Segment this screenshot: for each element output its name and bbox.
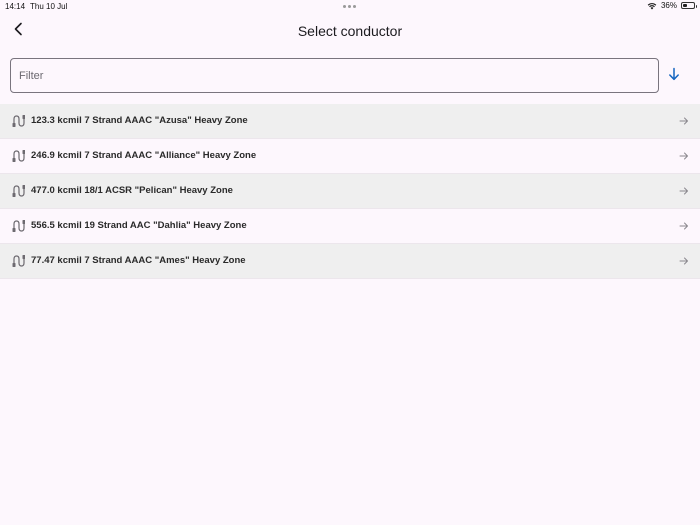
list-item[interactable]: 477.0 kcmil 18/1 ACSR "Pelican" Heavy Zo… bbox=[0, 174, 700, 209]
list-item-label: 556.5 kcmil 19 Strand AAC "Dahlia" Heavy… bbox=[31, 220, 247, 231]
conductor-icon bbox=[11, 254, 25, 268]
status-bar: 14:14 Thu 10 Jul 36% bbox=[0, 0, 700, 14]
page-title: Select conductor bbox=[297, 23, 403, 39]
arrow-down-icon bbox=[668, 67, 680, 86]
status-right: 36% bbox=[647, 1, 697, 10]
list-item-label: 77.47 kcmil 7 Strand AAAC "Ames" Heavy Z… bbox=[31, 255, 246, 266]
arrow-right-icon bbox=[679, 186, 689, 196]
list-item-label: 123.3 kcmil 7 Strand AAAC "Azusa" Heavy … bbox=[31, 115, 248, 126]
list-item[interactable]: 556.5 kcmil 19 Strand AAC "Dahlia" Heavy… bbox=[0, 209, 700, 244]
conductor-icon bbox=[11, 114, 25, 128]
arrow-right-icon bbox=[679, 151, 689, 161]
list-item-label: 246.9 kcmil 7 Strand AAAC "Alliance" Hea… bbox=[31, 150, 257, 161]
arrow-right-icon bbox=[679, 256, 689, 266]
filter-input[interactable] bbox=[19, 59, 649, 92]
arrow-right-icon bbox=[679, 221, 689, 231]
arrow-right-icon bbox=[679, 116, 689, 126]
status-date: Thu 10 Jul bbox=[30, 2, 68, 11]
conductor-icon bbox=[11, 184, 25, 198]
wifi-icon bbox=[647, 2, 657, 10]
list-item[interactable]: 77.47 kcmil 7 Strand AAAC "Ames" Heavy Z… bbox=[0, 244, 700, 279]
conductor-icon bbox=[11, 149, 25, 163]
header: Select conductor bbox=[0, 14, 700, 50]
multitasking-dots-icon[interactable] bbox=[343, 5, 356, 8]
battery-fill bbox=[683, 4, 687, 7]
list-item[interactable]: 246.9 kcmil 7 Strand AAAC "Alliance" Hea… bbox=[0, 139, 700, 174]
status-time: 14:14 bbox=[5, 2, 26, 11]
conductor-list: 123.3 kcmil 7 Strand AAAC "Azusa" Heavy … bbox=[0, 104, 700, 279]
filter-field[interactable] bbox=[10, 58, 659, 93]
list-item-label: 477.0 kcmil 18/1 ACSR "Pelican" Heavy Zo… bbox=[31, 185, 233, 196]
list-item[interactable]: 123.3 kcmil 7 Strand AAAC "Azusa" Heavy … bbox=[0, 104, 700, 139]
sort-button[interactable] bbox=[666, 67, 682, 85]
conductor-icon bbox=[11, 219, 25, 233]
battery-percent: 36% bbox=[660, 1, 677, 10]
battery-icon bbox=[681, 2, 697, 9]
